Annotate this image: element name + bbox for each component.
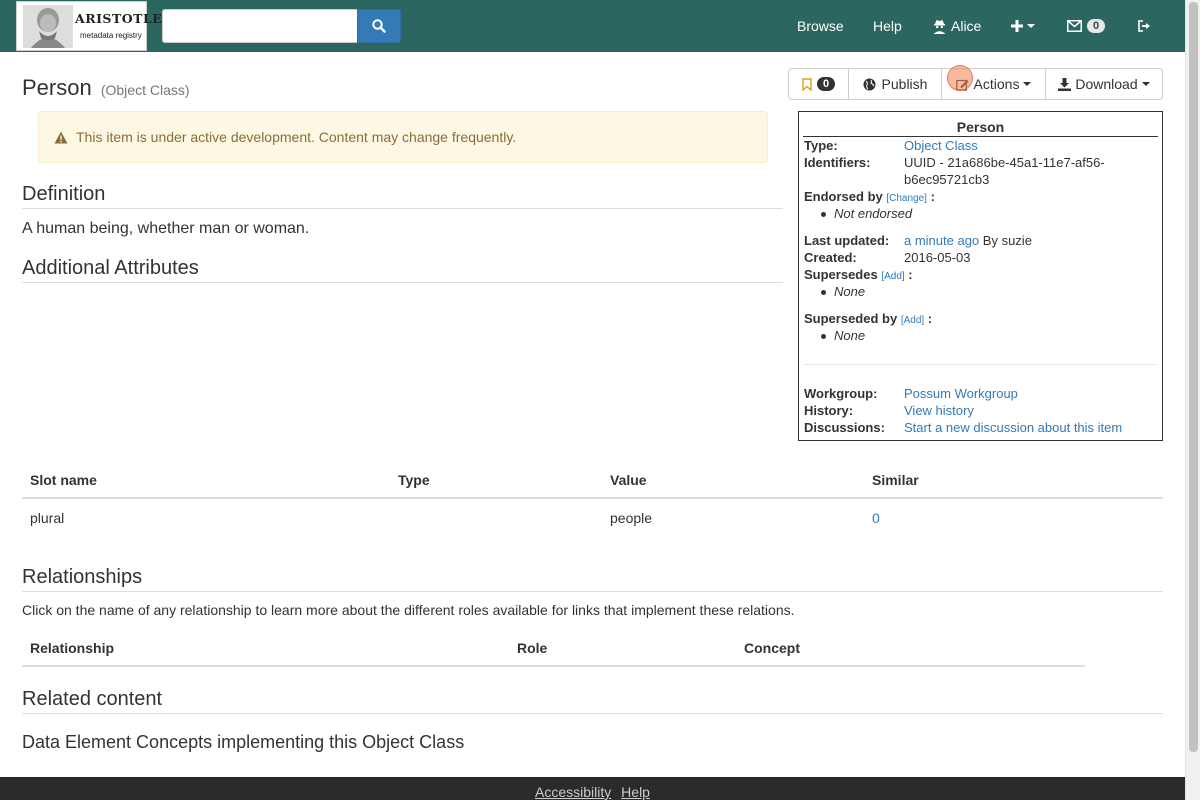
updated-by: By suzie xyxy=(982,233,1032,248)
created-value: 2016-05-03 xyxy=(904,250,971,265)
relationships-header-relationship: Relationship xyxy=(30,640,115,656)
endorsed-change-link[interactable]: [Change] xyxy=(886,193,927,204)
nav-browse-label: Browse xyxy=(797,18,844,34)
endorsed-value: Not endorsed xyxy=(820,206,913,221)
related-content-heading: Related content xyxy=(22,688,1163,714)
nav-logout[interactable] xyxy=(1138,0,1151,52)
download-icon xyxy=(1058,77,1072,91)
identifiers-label: Identifiers: xyxy=(804,155,871,170)
updated-value: a minute ago By suzie xyxy=(904,233,1032,248)
endorsed-label: Endorsed by [Change] : xyxy=(804,189,935,204)
workgroup-link[interactable]: Possum Workgroup xyxy=(904,386,1018,401)
updated-label: Last updated: xyxy=(804,233,890,248)
favourite-button[interactable]: 0 xyxy=(788,68,849,100)
cursor-click-indicator xyxy=(947,65,973,91)
slots-header-value: Value xyxy=(610,472,647,488)
superseded-label: Superseded by [Add] : xyxy=(804,311,933,326)
download-dropdown-button[interactable]: Download xyxy=(1045,68,1163,100)
relationships-heading: Relationships xyxy=(22,566,1163,592)
scrollbar-thumb[interactable] xyxy=(1189,2,1198,752)
logo-text: ARISTOTLE xyxy=(75,11,163,26)
new-discussion-link[interactable]: Start a new discussion about this item xyxy=(904,420,1122,435)
warning-icon xyxy=(54,131,68,143)
infobox-title: Person xyxy=(803,112,1158,137)
discussions-label: Discussions: xyxy=(804,420,885,435)
chevron-down-icon xyxy=(1027,24,1035,28)
relationships-header-role: Role xyxy=(517,640,548,656)
footer-accessibility-link[interactable]: Accessibility xyxy=(535,784,611,800)
definition-text: A human being, whether man or woman. xyxy=(22,220,310,237)
supersedes-label: Supersedes [Add] : xyxy=(804,267,913,282)
nav-inbox[interactable]: 0 xyxy=(1067,0,1106,52)
nav-user-label: Alice xyxy=(951,18,982,34)
plus-icon xyxy=(1011,20,1023,32)
item-info-box: Person Type: Object Class Identifiers: U… xyxy=(798,111,1163,441)
slots-header-divider xyxy=(22,497,1163,499)
slot-name-cell: plural xyxy=(30,510,65,526)
additional-attributes-heading: Additional Attributes xyxy=(22,257,783,283)
superseded-value: None xyxy=(820,328,866,343)
endorsed-label-text: Endorsed by xyxy=(804,189,883,204)
slot-value-cell: people xyxy=(610,510,653,526)
page-footer: Accessibility Help xyxy=(0,777,1185,800)
globe-icon xyxy=(863,78,876,90)
footer-help-link[interactable]: Help xyxy=(621,784,650,800)
actions-label: Actions xyxy=(973,76,1020,92)
superseded-label-text: Superseded by xyxy=(804,311,898,326)
supersedes-value: None xyxy=(820,284,866,299)
slots-header-similar: Similar xyxy=(872,472,919,488)
workgroup-label: Workgroup: xyxy=(804,386,878,401)
publish-label: Publish xyxy=(881,76,928,92)
development-warning-alert: This item is under active development. C… xyxy=(38,111,768,163)
history-label: History: xyxy=(804,403,854,418)
envelope-icon xyxy=(1067,20,1082,32)
infobox-divider xyxy=(804,364,1157,365)
superseded-add-link[interactable]: [Add] xyxy=(901,315,924,326)
updated-link[interactable]: a minute ago xyxy=(904,233,979,248)
logo-subtext: metadata registry xyxy=(80,31,142,40)
sign-out-icon xyxy=(1138,20,1150,32)
view-history-link[interactable]: View history xyxy=(904,403,974,418)
relationships-description: Click on the name of any relationship to… xyxy=(22,602,795,618)
bookmark-icon xyxy=(802,77,812,91)
search-input[interactable] xyxy=(162,9,358,43)
top-navbar: ARISTOTLE metadata registry Browse Help … xyxy=(0,0,1185,52)
download-label: Download xyxy=(1075,76,1138,92)
bust-logo-icon xyxy=(23,5,73,48)
supersedes-label-text: Supersedes xyxy=(804,267,878,282)
relationships-header-divider xyxy=(22,665,1085,667)
inbox-count-badge: 0 xyxy=(1087,19,1106,33)
nav-user-menu[interactable]: Alice xyxy=(932,0,981,52)
type-link[interactable]: Object Class xyxy=(904,138,978,153)
created-label: Created: xyxy=(804,250,857,265)
nav-help[interactable]: Help xyxy=(873,0,902,52)
user-secret-icon xyxy=(933,19,946,34)
aristotle-logo[interactable]: ARISTOTLE metadata registry xyxy=(16,1,162,51)
item-action-buttons: 0 Publish Actions Download xyxy=(788,68,1163,100)
slots-header-type: Type xyxy=(398,472,430,488)
nav-browse[interactable]: Browse xyxy=(797,0,844,52)
item-type: (Object Class) xyxy=(100,82,190,98)
supersedes-add-link[interactable]: [Add] xyxy=(881,271,904,282)
definition-heading: Definition xyxy=(22,183,783,209)
slot-similar-link[interactable]: 0 xyxy=(872,510,880,526)
favourite-count-badge: 0 xyxy=(816,77,836,91)
nav-create-menu[interactable] xyxy=(1011,0,1035,52)
search-button[interactable] xyxy=(357,9,401,43)
chevron-down-icon xyxy=(1023,82,1032,86)
search-icon xyxy=(372,19,386,33)
item-name: Person xyxy=(22,75,92,100)
page-title: Person (Object Class) xyxy=(22,75,190,101)
publish-button[interactable]: Publish xyxy=(848,68,942,100)
type-label: Type: xyxy=(804,138,838,153)
page-scrollbar[interactable] xyxy=(1185,0,1200,800)
slots-header-slot-name: Slot name xyxy=(30,472,97,488)
chevron-down-icon xyxy=(1141,82,1150,86)
identifiers-value-line2: b6ec95721cb3 xyxy=(904,172,990,187)
identifiers-value-line1: UUID - 21a686be-45a1-11e7-af56- xyxy=(904,155,1105,170)
relationships-header-concept: Concept xyxy=(744,640,800,656)
alert-text: This item is under active development. C… xyxy=(76,129,517,145)
related-content-subheading: Data Element Concepts implementing this … xyxy=(22,732,465,752)
nav-help-label: Help xyxy=(873,18,902,34)
